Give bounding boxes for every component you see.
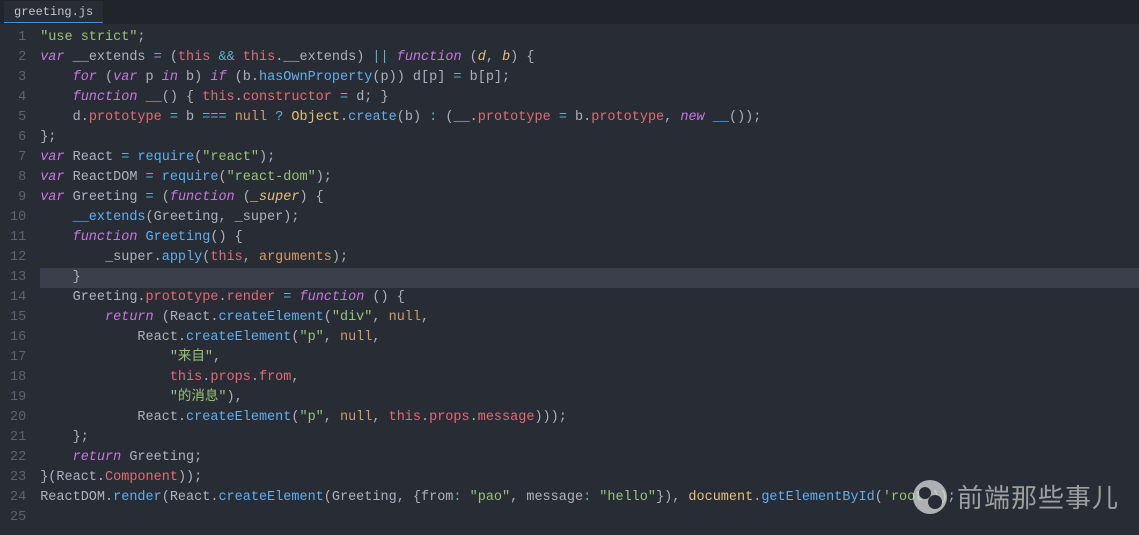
code-line[interactable]: var __extends = (this && this.__extends)…: [40, 48, 1139, 68]
code-line[interactable]: var React = require("react");: [40, 148, 1139, 168]
line-number: 5: [10, 108, 26, 128]
line-number: 2: [10, 48, 26, 68]
line-number: 6: [10, 128, 26, 148]
code-line[interactable]: };: [40, 428, 1139, 448]
line-number: 8: [10, 168, 26, 188]
tab-greeting-js[interactable]: greeting.js: [4, 1, 103, 23]
line-number: 9: [10, 188, 26, 208]
code-line[interactable]: _super.apply(this, arguments);: [40, 248, 1139, 268]
wechat-icon: [913, 480, 947, 514]
code-line[interactable]: for (var p in b) if (b.hasOwnProperty(p)…: [40, 68, 1139, 88]
code-line[interactable]: React.createElement("p", null,: [40, 328, 1139, 348]
line-number: 21: [10, 428, 26, 448]
code-line[interactable]: Greeting.prototype.render = function () …: [40, 288, 1139, 308]
code-line[interactable]: }: [40, 268, 1139, 288]
code-line[interactable]: this.props.from,: [40, 368, 1139, 388]
line-number: 1: [10, 28, 26, 48]
code-line[interactable]: React.createElement("p", null, this.prop…: [40, 408, 1139, 428]
line-number: 19: [10, 388, 26, 408]
line-number-gutter: 1234567891011121314151617181920212223242…: [0, 24, 40, 535]
line-number: 12: [10, 248, 26, 268]
code-line[interactable]: var ReactDOM = require("react-dom");: [40, 168, 1139, 188]
code-line[interactable]: "的消息"),: [40, 388, 1139, 408]
line-number: 4: [10, 88, 26, 108]
code-line[interactable]: __extends(Greeting, _super);: [40, 208, 1139, 228]
line-number: 23: [10, 468, 26, 488]
watermark-text: 前端那些事儿: [957, 478, 1119, 515]
line-number: 14: [10, 288, 26, 308]
code-line[interactable]: return Greeting;: [40, 448, 1139, 468]
code-line[interactable]: return (React.createElement("div", null,: [40, 308, 1139, 328]
code-line[interactable]: var Greeting = (function (_super) {: [40, 188, 1139, 208]
code-line[interactable]: d.prototype = b === null ? Object.create…: [40, 108, 1139, 128]
line-number: 22: [10, 448, 26, 468]
line-number: 25: [10, 508, 26, 528]
code-editor[interactable]: 1234567891011121314151617181920212223242…: [0, 24, 1139, 535]
code-area[interactable]: "use strict";var __extends = (this && th…: [40, 24, 1139, 535]
tab-bar: greeting.js: [0, 0, 1139, 24]
line-number: 24: [10, 488, 26, 508]
line-number: 7: [10, 148, 26, 168]
line-number: 16: [10, 328, 26, 348]
code-line[interactable]: function __() { this.constructor = d; }: [40, 88, 1139, 108]
code-line[interactable]: "来自",: [40, 348, 1139, 368]
watermark: 前端那些事儿: [913, 478, 1119, 515]
line-number: 18: [10, 368, 26, 388]
line-number: 11: [10, 228, 26, 248]
line-number: 15: [10, 308, 26, 328]
code-line[interactable]: };: [40, 128, 1139, 148]
code-line[interactable]: function Greeting() {: [40, 228, 1139, 248]
line-number: 10: [10, 208, 26, 228]
line-number: 17: [10, 348, 26, 368]
line-number: 20: [10, 408, 26, 428]
line-number: 13: [10, 268, 26, 288]
code-line[interactable]: "use strict";: [40, 28, 1139, 48]
line-number: 3: [10, 68, 26, 88]
